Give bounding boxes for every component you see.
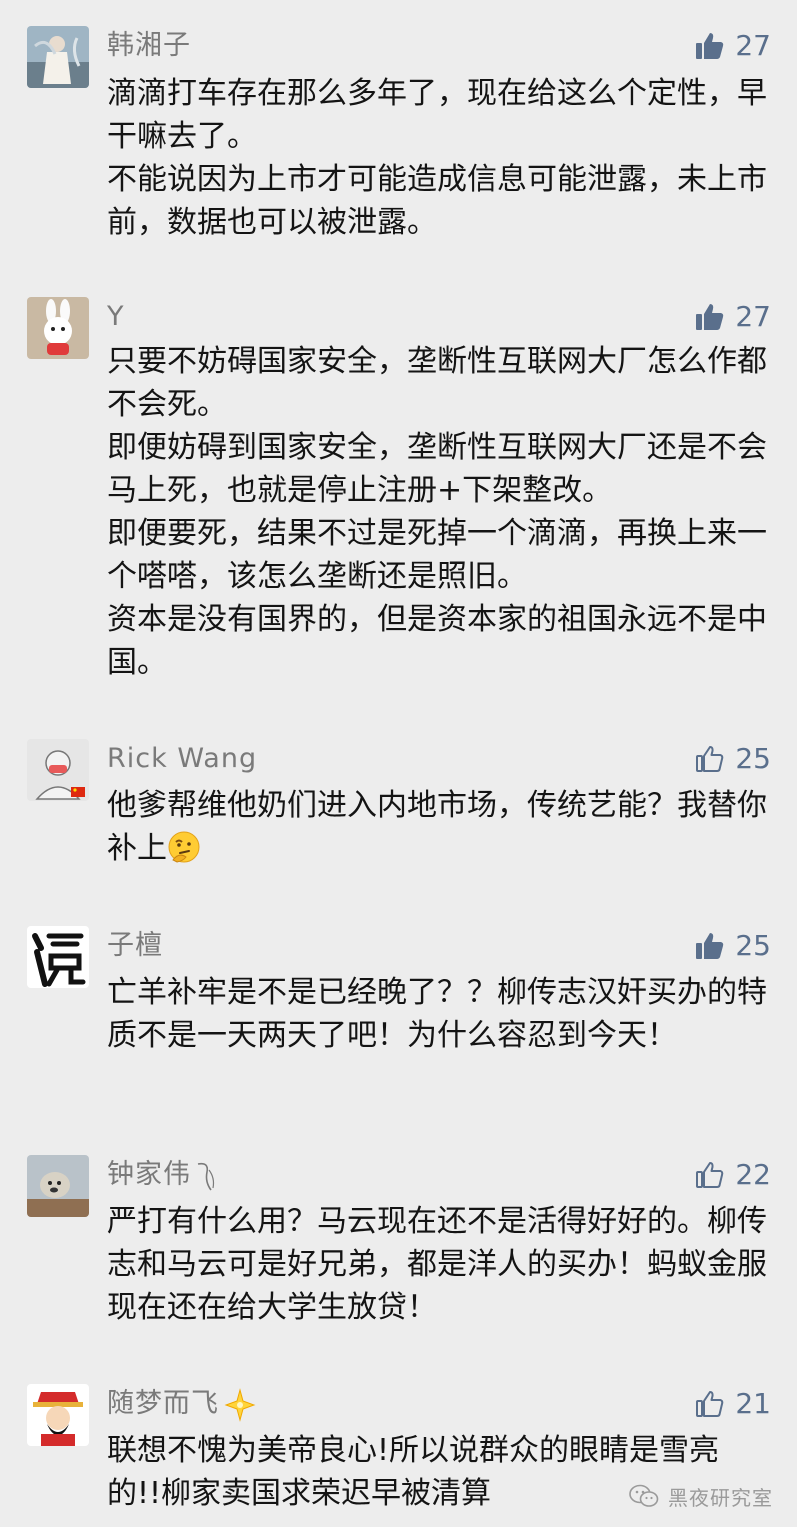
username[interactable]: 随梦而飞 [107, 1384, 257, 1424]
username-text: 钟家伟 [107, 1159, 191, 1190]
like-count: 21 [735, 1387, 771, 1420]
comment-text: 只要不妨碍国家安全，垄断性互联网大厂怎么作都不会死。 即便妨碍到国家安全，垄断性… [107, 340, 772, 684]
avatar[interactable] [27, 1155, 89, 1217]
wechat-icon [629, 1484, 659, 1507]
comment-paragraph: 即便要死，结果不过是死掉一个滴滴，再换上来一个嗒嗒，该怎么垄断还是照旧。 [107, 516, 767, 594]
comment-text: 亡羊补牢是不是已经晚了？？柳传志汉奸买办的特质不是一天两天了吧！为什么容忍到今天… [107, 971, 772, 1057]
comment-paragraph: 资本是没有国界的，但是资本家的祖国永远不是中国。 [107, 602, 767, 680]
avatar[interactable] [27, 297, 89, 359]
like-control[interactable]: 25 [695, 926, 771, 966]
like-control[interactable]: 25 [695, 739, 771, 779]
username[interactable]: Rick Wang [107, 739, 257, 779]
sparkle-star-icon [224, 1387, 256, 1422]
username[interactable]: 韩湘子 [107, 26, 191, 66]
like-control[interactable]: 27 [695, 26, 771, 66]
comment-paragraph: 即便妨碍到国家安全，垄断性互联网大厂还是不会马上死，也就是停止注册+下架整改。 [107, 430, 767, 508]
like-count: 27 [735, 300, 771, 333]
comment-paragraph: 严打有什么用？马云现在还不是活得好好的。柳传志和马云可是好兄弟，都是洋人的买办！… [107, 1204, 767, 1325]
thumbs-up-filled-icon[interactable] [695, 31, 725, 61]
thinking-emoji-icon [168, 831, 200, 863]
like-count: 22 [735, 1158, 771, 1191]
like-control[interactable]: 27 [695, 297, 771, 337]
comment-text: 严打有什么用？马云现在还不是活得好好的。柳传志和马云可是好兄弟，都是洋人的买办！… [107, 1200, 772, 1329]
like-control[interactable]: 21 [695, 1384, 771, 1424]
comment-paragraph: 他爹帮维他奶们进入内地市场，传统艺能？我替你补上 [107, 784, 772, 870]
comment-paragraph: 滴滴打车存在那么多年了，现在给这么个定性，早干嘛去了。 [107, 76, 767, 154]
avatar[interactable] [27, 739, 89, 801]
like-control[interactable]: 22 [695, 1155, 771, 1195]
avatar[interactable] [27, 926, 89, 988]
comment-text: 滴滴打车存在那么多年了，现在给这么个定性，早干嘛去了。 不能说因为上市才可能造成… [107, 72, 772, 244]
thumbs-up-outline-icon[interactable] [695, 744, 725, 774]
username[interactable]: 钟家伟 [107, 1155, 219, 1195]
username[interactable]: 子檀 [107, 926, 163, 966]
thumbs-up-outline-icon[interactable] [695, 1389, 725, 1419]
thumbs-up-filled-icon[interactable] [695, 931, 725, 961]
swoosh-icon [197, 1162, 215, 1190]
thumbs-up-filled-icon[interactable] [695, 302, 725, 332]
comment-text: 他爹帮维他奶们进入内地市场，传统艺能？我替你补上 [107, 784, 772, 870]
comment-paragraph: 亡羊补牢是不是已经晚了？？柳传志汉奸买办的特质不是一天两天了吧！为什么容忍到今天… [107, 975, 767, 1053]
watermark-text: 黑夜研究室 [668, 1485, 773, 1510]
like-count: 27 [735, 29, 771, 62]
username-text: 随梦而飞 [107, 1388, 219, 1419]
thumbs-up-outline-icon[interactable] [695, 1160, 725, 1190]
avatar[interactable] [27, 1384, 89, 1446]
watermark: 黑夜研究室 [628, 1481, 773, 1511]
avatar[interactable] [27, 26, 89, 88]
like-count: 25 [735, 742, 771, 775]
comment-paragraph: 只要不妨碍国家安全，垄断性互联网大厂怎么作都不会死。 [107, 344, 767, 422]
username[interactable]: Y [107, 297, 125, 337]
like-count: 25 [735, 929, 771, 962]
comment-paragraph: 不能说因为上市才可能造成信息可能泄露，未上市前，数据也可以被泄露。 [107, 162, 767, 240]
comment-line: 他爹帮维他奶们进入内地市场，传统艺能？我替你补上 [107, 788, 767, 866]
